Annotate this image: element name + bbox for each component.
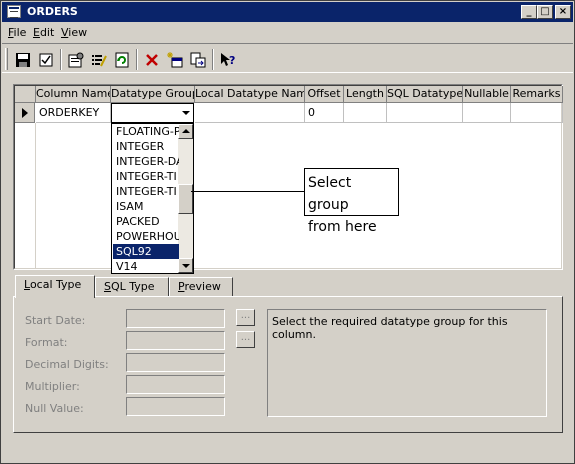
- cell-local-datatype-name[interactable]: [195, 103, 305, 123]
- add-table-button[interactable]: [164, 49, 186, 70]
- save-button[interactable]: [12, 49, 34, 70]
- grid-line: [35, 123, 36, 268]
- edit-list-icon: [92, 54, 107, 66]
- header-offset[interactable]: Offset: [305, 86, 344, 103]
- cell-remarks[interactable]: [511, 103, 563, 123]
- cell-column-name[interactable]: ORDERKEY: [36, 103, 111, 123]
- toolbar-separator: [212, 49, 214, 70]
- menu-edit[interactable]: Edit: [33, 26, 54, 39]
- datatype-group-option[interactable]: PACKED: [113, 214, 179, 229]
- checklist-button[interactable]: [35, 49, 57, 70]
- start-date-field: [126, 309, 225, 328]
- column-grid: Column Name Datatype Group Local Datatyp…: [13, 84, 563, 274]
- toolbar-separator: [60, 49, 62, 70]
- header-column-name[interactable]: Column Name: [36, 86, 111, 103]
- datatype-group-list[interactable]: FLOATING-P INTEGER INTEGER-DA INTEGER-TI INT…: [111, 123, 194, 274]
- cell-sql-datatype[interactable]: [387, 103, 463, 123]
- header-length[interactable]: Length: [344, 86, 387, 103]
- refresh-button[interactable]: [111, 49, 133, 70]
- local-type-panel: Start Date: ... Format: ... Decimal Digi…: [13, 296, 563, 433]
- callout-line: [191, 191, 305, 192]
- refresh-icon: [115, 52, 129, 67]
- close-button[interactable]: ×: [555, 5, 571, 19]
- datatype-group-option[interactable]: FLOATING-P: [113, 124, 179, 139]
- toolbar: ?: [2, 43, 573, 73]
- toolbar-grip: [5, 48, 8, 70]
- help-button[interactable]: ?: [217, 49, 239, 70]
- export-icon: [190, 52, 206, 67]
- callout-line-2: from here: [308, 219, 377, 235]
- header-sql-datatype[interactable]: SQL Datatype: [387, 86, 463, 103]
- table-icon: [7, 5, 21, 18]
- datatype-group-option[interactable]: ISAM: [113, 199, 179, 214]
- scroll-thumb[interactable]: [178, 184, 193, 214]
- svg-text:?: ?: [229, 54, 235, 67]
- grid-corner: [15, 86, 36, 103]
- minimize-button[interactable]: _: [521, 5, 537, 19]
- menu-file[interactable]: File: [8, 26, 26, 39]
- multiplier-label: Multiplier:: [25, 380, 80, 393]
- null-value-label: Null Value:: [25, 402, 84, 415]
- menu-bar: File Edit View: [2, 23, 573, 42]
- menu-view[interactable]: View: [61, 26, 87, 39]
- tab-sql-type[interactable]: SQL Type: [95, 277, 169, 297]
- header-local-datatype-name[interactable]: Local Datatype Name: [195, 86, 305, 103]
- callout-line-1: Select group: [308, 175, 352, 213]
- scroll-down-icon[interactable]: [178, 258, 193, 273]
- datatype-group-option[interactable]: INTEGER-TI: [113, 184, 179, 199]
- datatype-group-option[interactable]: INTEGER-DA: [113, 154, 179, 169]
- multiplier-field: [126, 375, 225, 394]
- export-button[interactable]: [187, 49, 209, 70]
- cell-length[interactable]: [344, 103, 387, 123]
- datatype-group-option[interactable]: V14: [113, 259, 179, 273]
- datatype-group-option[interactable]: INTEGER-TI: [113, 169, 179, 184]
- tab-strip: Local Type SQL Type Preview: [13, 275, 563, 298]
- datatype-group-option[interactable]: SQL92: [113, 244, 179, 259]
- toolbar-separator: [136, 49, 138, 70]
- cell-offset[interactable]: 0: [305, 103, 344, 123]
- window-title: ORDERS: [27, 5, 78, 18]
- datatype-group-combo[interactable]: [111, 103, 194, 123]
- maximize-button[interactable]: □: [537, 5, 553, 19]
- checklist-icon: [39, 53, 53, 66]
- header-remarks[interactable]: Remarks: [511, 86, 563, 103]
- null-value-field: [126, 397, 225, 416]
- datatype-group-option[interactable]: INTEGER: [113, 139, 179, 154]
- edit-list-button[interactable]: [88, 49, 110, 70]
- title-bar: ORDERS _ □ ×: [2, 2, 573, 22]
- format-field: [126, 331, 225, 350]
- callout-note: Select group from here: [304, 168, 399, 235]
- properties-icon: [68, 52, 84, 67]
- format-browse-button[interactable]: ...: [236, 331, 255, 348]
- decimal-digits-field: [126, 353, 225, 372]
- decimal-digits-label: Decimal Digits:: [25, 358, 109, 371]
- add-table-icon: [167, 51, 183, 67]
- orders-window: ORDERS _ □ × File Edit View ? Column Nam…: [0, 0, 575, 464]
- row-indicator[interactable]: [15, 103, 35, 123]
- chevron-down-icon[interactable]: [178, 106, 192, 120]
- header-datatype-group[interactable]: Datatype Group: [111, 86, 195, 103]
- delete-button[interactable]: [141, 49, 163, 70]
- format-label: Format:: [25, 336, 68, 349]
- tab-preview[interactable]: Preview: [169, 277, 233, 297]
- save-icon: [16, 52, 30, 67]
- cell-nullable[interactable]: [463, 103, 511, 123]
- tab-local-type[interactable]: Local Type: [15, 275, 95, 298]
- properties-button[interactable]: [65, 49, 87, 70]
- scroll-up-icon[interactable]: [178, 124, 193, 139]
- datatype-description: Select the required datatype group for t…: [267, 309, 547, 417]
- start-date-label: Start Date:: [25, 314, 86, 327]
- list-scrollbar[interactable]: [178, 124, 193, 273]
- datatype-group-option[interactable]: POWERHOU: [113, 229, 179, 244]
- delete-icon: [146, 53, 158, 66]
- header-nullable[interactable]: Nullable: [463, 86, 511, 103]
- start-date-browse-button[interactable]: ...: [236, 309, 255, 326]
- help-icon: ?: [221, 52, 235, 67]
